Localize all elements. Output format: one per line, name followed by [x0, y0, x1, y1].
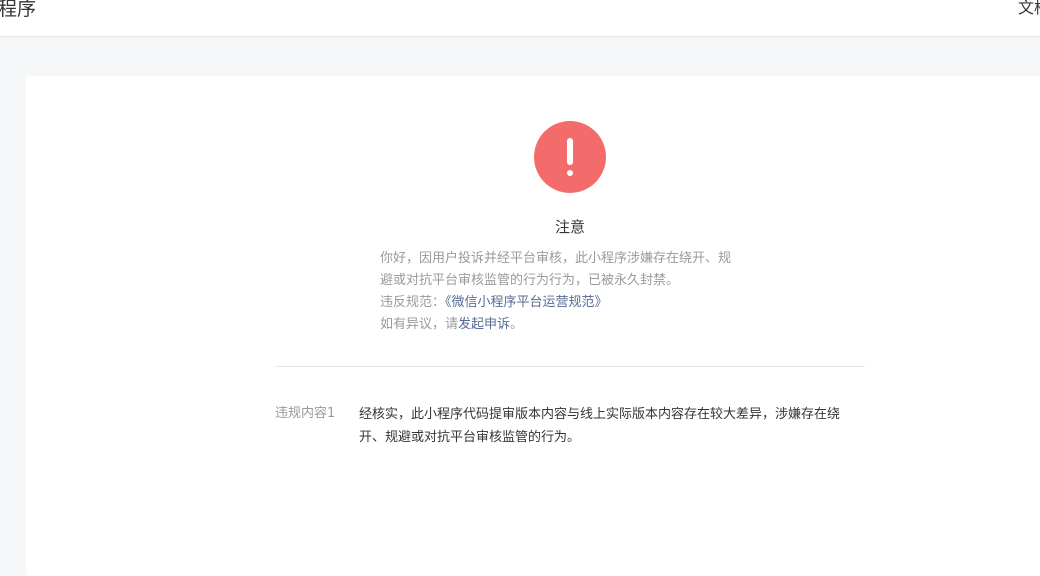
docs-link[interactable]: 文档 [1018, 0, 1040, 18]
top-bar: 程序 文档 [0, 0, 1040, 37]
exclamation-icon [534, 121, 606, 193]
violation-label: 违规内容1 [275, 406, 336, 421]
notice-title: 注意 [554, 218, 585, 236]
exclamation-dot [567, 170, 573, 176]
violation-rule-label: 违反规范： [380, 295, 446, 310]
app-title: 程序 [0, 0, 37, 20]
appeal-link[interactable]: 发起申诉 [458, 317, 510, 332]
divider [275, 366, 865, 367]
notice-message-line2: 避或对抗平台审核监管的行为行为，已被永久封禁。 [380, 273, 680, 288]
exclamation-bar [567, 138, 573, 165]
appeal-prefix: 如有异议，请 [380, 317, 459, 332]
notice-message-line1: 你好，因用户投诉并经平台审核，此小程序涉嫌存在绕开、规 [380, 251, 732, 266]
appeal-suffix: 。 [510, 317, 524, 332]
appeal-line: 如有异议，请发起申诉。 [380, 314, 780, 336]
violation-content: 经核实，此小程序代码提审版本内容与线上实际版本内容存在较大差异，涉嫌存在绕开、规… [359, 407, 841, 445]
violation-rule: 违反规范：《微信小程序平台运营规范》 [380, 292, 780, 314]
platform-rules-link[interactable]: 《微信小程序平台运营规范》 [445, 295, 608, 310]
